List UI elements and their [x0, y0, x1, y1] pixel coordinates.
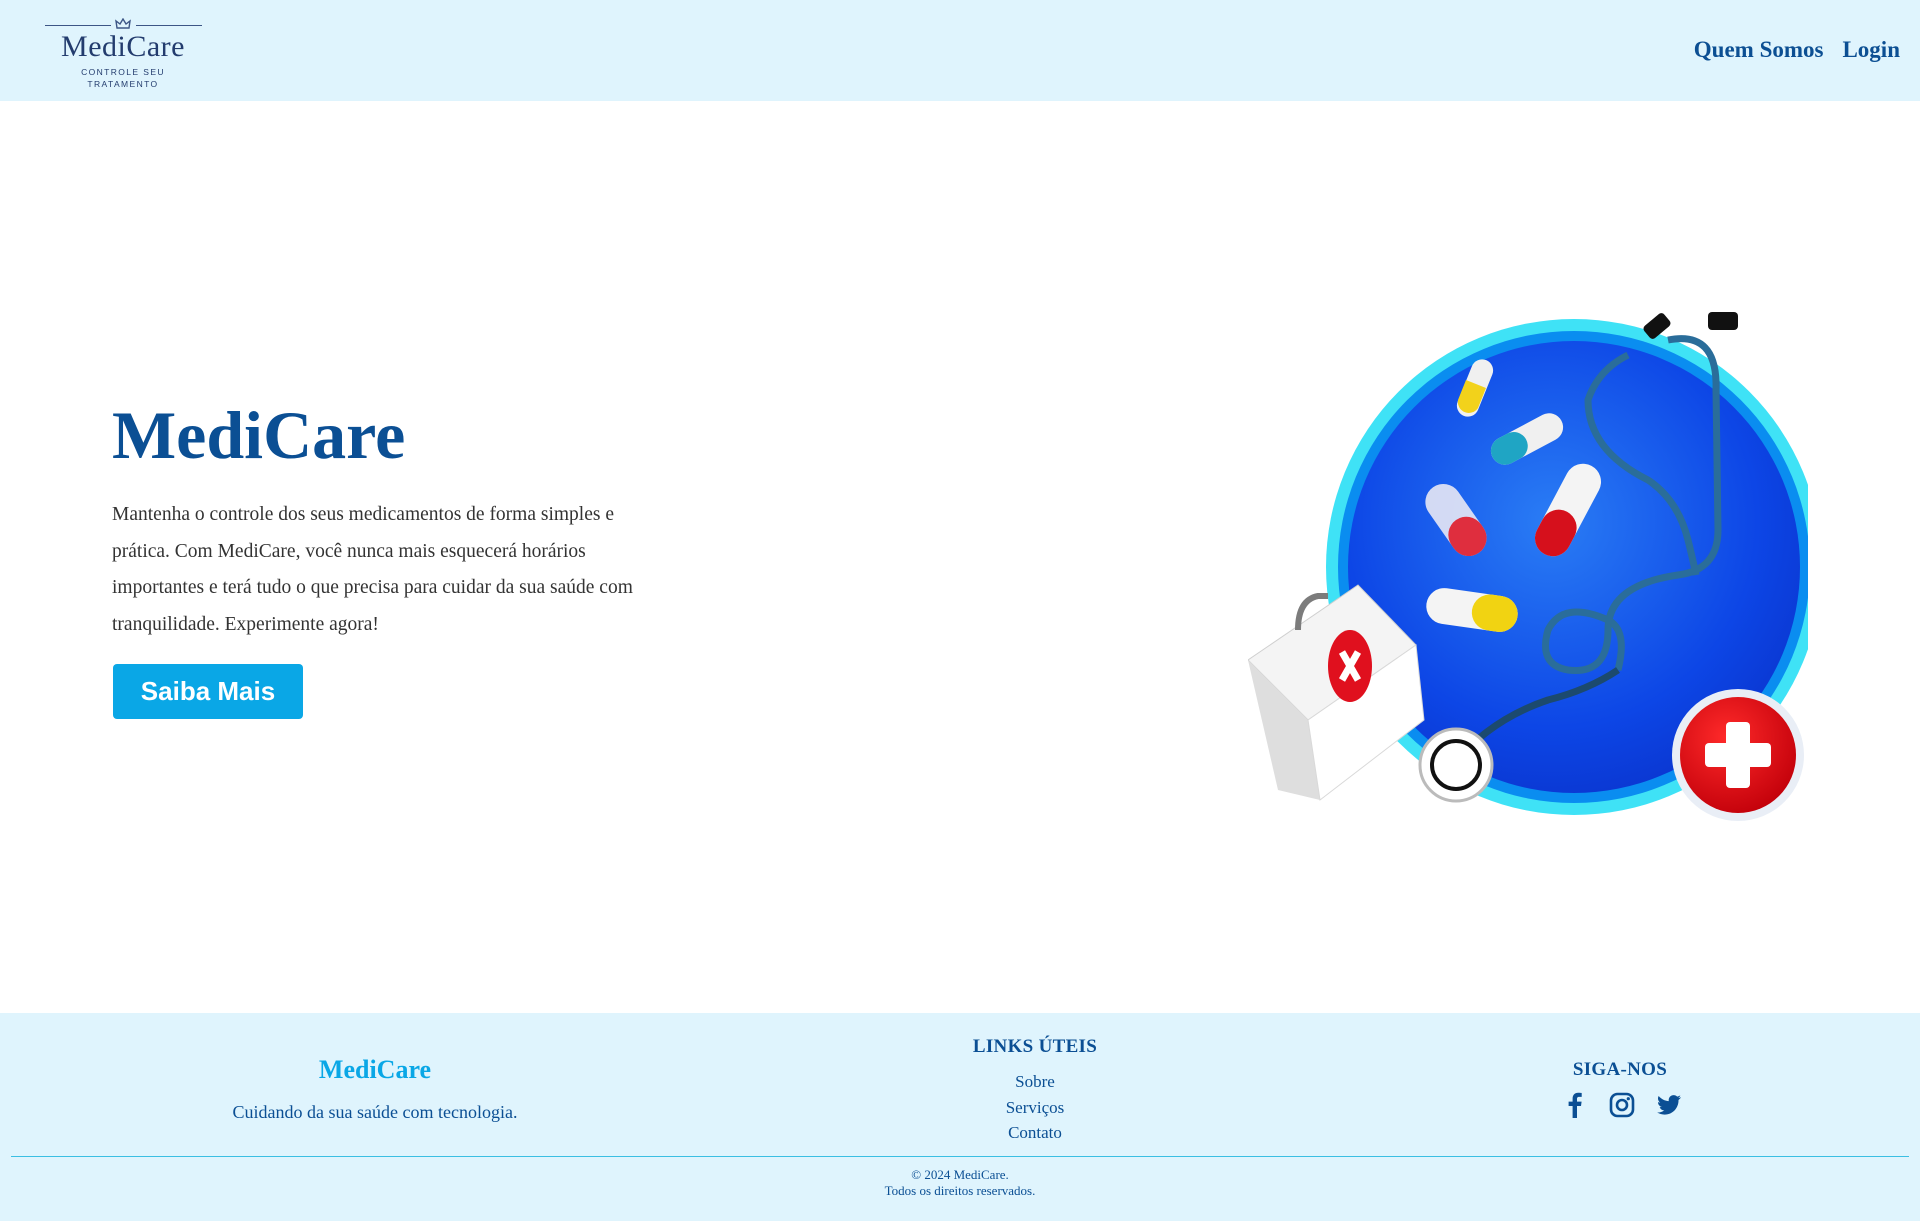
footer-brand: MediCare	[318, 1055, 432, 1084]
twitter-icon[interactable]	[1655, 1091, 1683, 1119]
hero-title: MediCare	[112, 397, 406, 473]
copyright: © 2024 MediCare. Todos os direitos reser…	[760, 1167, 1160, 1199]
footer-links-title: LINKS ÚTEIS	[972, 1036, 1098, 1057]
crown-icon	[115, 18, 131, 29]
saiba-mais-button[interactable]: Saiba Mais	[113, 664, 303, 719]
main-nav: Quem Somos Login	[1694, 36, 1900, 64]
copyright-line-2: Todos os direitos reservados.	[884, 1183, 1036, 1198]
facebook-icon[interactable]	[1561, 1091, 1589, 1119]
footer-social-title: SIGA-NOS	[1572, 1059, 1668, 1080]
logo-tagline: CONTROLE SEU TRATAMENTO	[81, 67, 165, 89]
logo-rule-left	[45, 25, 111, 26]
site-header: MediCare CONTROLE SEU TRATAMENTO Quem So…	[0, 0, 1920, 101]
logo-rule-right	[136, 25, 202, 26]
footer-slogan: Cuidando da sua saúde com tecnologia.	[232, 1102, 518, 1122]
logo[interactable]: MediCare CONTROLE SEU TRATAMENTO	[44, 18, 202, 89]
site-footer: MediCare Cuidando da sua saúde com tecno…	[0, 1013, 1920, 1221]
logo-wordmark: MediCare	[61, 30, 185, 63]
nav-link-quem-somos[interactable]: Quem Somos	[1694, 36, 1824, 64]
footer-divider	[11, 1156, 1909, 1157]
nav-link-login[interactable]: Login	[1842, 36, 1900, 64]
footer-link-contato[interactable]: Contato	[935, 1120, 1135, 1146]
hero-description: Mantenha o controle dos seus medicamento…	[112, 504, 633, 635]
copyright-line-1: © 2024 MediCare.	[911, 1167, 1009, 1182]
medical-illustration	[1248, 312, 1808, 821]
social-icons	[1561, 1091, 1683, 1119]
footer-link-sobre[interactable]: Sobre	[935, 1069, 1135, 1095]
footer-link-servicos[interactable]: Serviços	[935, 1095, 1135, 1121]
footer-links: Sobre Serviços Contato	[935, 1069, 1135, 1146]
instagram-icon[interactable]	[1608, 1091, 1636, 1119]
red-cross-badge	[1672, 689, 1804, 821]
